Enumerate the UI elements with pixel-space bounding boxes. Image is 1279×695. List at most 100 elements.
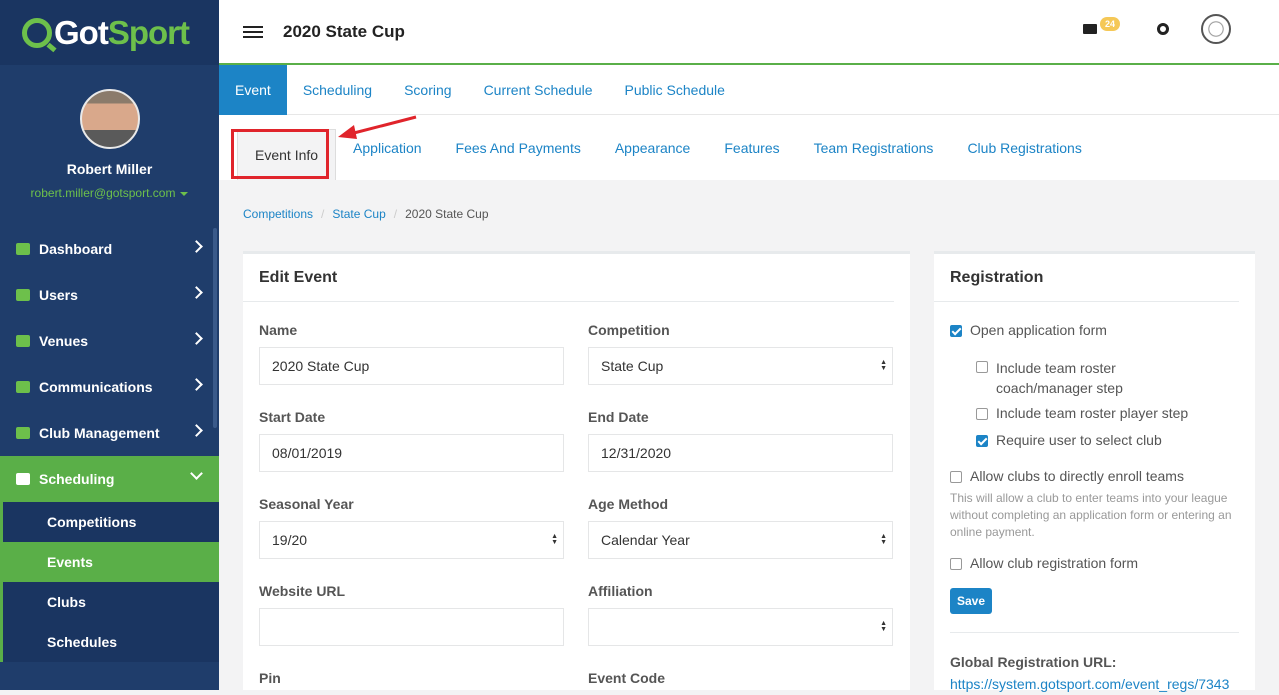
name-input[interactable]: 2020 State Cup [259,347,564,385]
help-text: This will allow a club to enter teams in… [950,491,1232,539]
tab-event[interactable]: Event [219,65,287,115]
registration-panel: Registration Open application form Inclu… [934,251,1255,692]
breadcrumb-current: 2020 State Cup [405,207,489,221]
sidebar-subitem-schedules[interactable]: Schedules [3,622,219,662]
sidebar-subitem-clubs[interactable]: Clubs [3,582,219,622]
organization-seal-icon[interactable] [1201,14,1231,44]
select-arrows-icon: ▲ ▼ [880,620,887,633]
end-date-label: End Date [588,409,649,425]
tab-club-registrations[interactable]: Club Registrations [950,115,1098,180]
sidebar-item-scheduling[interactable]: Scheduling [0,456,219,502]
sidebar-item-users[interactable]: Users [0,272,219,318]
tab-team-registrations[interactable]: Team Registrations [797,115,951,180]
select-arrows-icon: ▲ ▼ [551,533,558,546]
start-date-input[interactable]: 08/01/2019 [259,434,564,472]
sidebar-item-communications[interactable]: Communications [0,364,219,410]
mail-count-badge: 24 [1100,17,1121,31]
user-profile: Robert Miller robert.miller@gotsport.com [0,65,219,226]
tab-features[interactable]: Features [707,115,796,180]
competition-select[interactable]: State Cup ▲ ▼ [588,347,893,385]
panel-title: Registration [934,254,1239,302]
save-button[interactable]: Save [950,588,993,614]
sidebar-item-dashboard[interactable]: Dashboard [0,226,219,272]
tab-fees-and-payments[interactable]: Fees And Payments [439,115,598,180]
sidebar-scrollbar[interactable] [213,228,217,428]
sidebar-item-label: Venues [39,333,89,349]
seasonal-year-field-group: Seasonal Year 19/20 ▲ ▼ [259,496,564,559]
edit-event-panel: Edit Event Name 2020 State Cup Competiti… [243,251,910,690]
user-email-dropdown[interactable]: robert.miller@gotsport.com [0,186,219,200]
checkbox-unchecked-icon [976,361,988,373]
pin-label: Pin [259,670,281,686]
website-field-group: Website URL [259,583,564,646]
sidebar-subitem-competitions[interactable]: Competitions [3,502,219,542]
tab-appearance[interactable]: Appearance [598,115,708,180]
sidebar-item-label: Club Management [39,425,160,441]
start-date-label: Start Date [259,409,326,425]
sidebar-item-label: Dashboard [39,241,113,257]
user-name: Robert Miller [66,161,153,177]
checkbox-unchecked-icon [950,558,962,570]
checkbox-label: Open application form [970,322,1107,338]
website-url-input[interactable] [259,608,564,646]
age-method-field-group: Age Method Calendar Year ▲ ▼ [588,496,893,559]
checkbox-label: Allow clubs to directly enroll teams [970,468,1184,484]
sidebar-item-venues[interactable]: Venues [0,318,219,364]
competition-label: Competition [588,322,670,338]
tab-scheduling[interactable]: Scheduling [287,65,388,115]
tab-current-schedule[interactable]: Current Schedule [468,65,609,115]
panel-title: Edit Event [243,254,894,302]
tab-public-schedule[interactable]: Public Schedule [609,65,741,115]
event-code-label: Event Code [588,670,666,686]
affiliation-select[interactable]: ▲ ▼ [588,608,893,646]
chat-icon [16,381,30,393]
sidebar: GotSport Robert Miller robert.miller@got… [0,0,219,690]
page-title: 2020 State Cup [283,21,405,41]
age-method-label: Age Method [588,496,669,512]
end-date-input[interactable]: 12/31/2020 [588,434,893,472]
checkbox-checked-icon [976,435,988,447]
global-registration-label: Global Registration URL: [950,654,1117,670]
sidebar-item-label: Communications [39,379,153,395]
checkbox-unchecked-icon [976,408,988,420]
include-coach-step-checkbox[interactable]: Include team roster coach/manager step [976,358,1136,398]
pin-field-group: Pin [259,670,281,695]
competition-field-group: Competition State Cup ▲ ▼ [588,322,893,385]
open-application-form-checkbox[interactable]: Open application form [950,322,1107,338]
allow-direct-enroll-checkbox[interactable]: Allow clubs to directly enroll teams [950,468,1184,484]
allow-club-registration-checkbox[interactable]: Allow club registration form [950,555,1138,571]
chevron-down-icon [190,467,203,480]
calendar-icon [16,473,30,485]
chevron-right-icon [190,424,203,437]
gear-icon[interactable] [1157,23,1169,35]
mail-icon[interactable] [1083,24,1097,34]
seasonal-year-select[interactable]: 19/20 ▲ ▼ [259,521,564,559]
checkbox-unchecked-icon [950,471,962,483]
chevron-right-icon [190,378,203,391]
sidebar-item-label: Scheduling [39,471,115,487]
hamburger-menu-icon[interactable] [243,23,263,41]
select-arrows-icon: ▲ ▼ [880,359,887,372]
checkbox-label: Allow club registration form [970,555,1139,571]
affiliation-field-group: Affiliation ▲ ▼ [588,583,893,646]
top-bar: 2020 State Cup 24 [219,0,1279,65]
logo-text-sport: Sport [107,13,190,51]
users-icon [16,289,30,301]
sidebar-item-club-management[interactable]: Club Management [0,410,219,456]
gotsport-logo[interactable]: GotSport [0,0,219,65]
event-code-field-group: Event Code [588,670,665,695]
tab-scoring[interactable]: Scoring [388,65,467,115]
breadcrumb-competitions[interactable]: Competitions [243,207,313,221]
age-method-select[interactable]: Calendar Year ▲ ▼ [588,521,893,559]
chevron-right-icon [190,286,203,299]
age-method-value: Calendar Year [601,532,690,548]
chevron-right-icon [190,332,203,345]
highlight-box [231,129,329,179]
require-select-club-checkbox[interactable]: Require user to select club [976,432,1162,448]
include-player-step-checkbox[interactable]: Include team roster player step [976,405,1188,421]
breadcrumb-state-cup[interactable]: State Cup [332,207,385,221]
start-date-field-group: Start Date 08/01/2019 [259,409,564,472]
sidebar-subitem-events[interactable]: Events [3,542,219,582]
avatar[interactable] [79,89,140,149]
caret-down-icon [180,191,189,196]
